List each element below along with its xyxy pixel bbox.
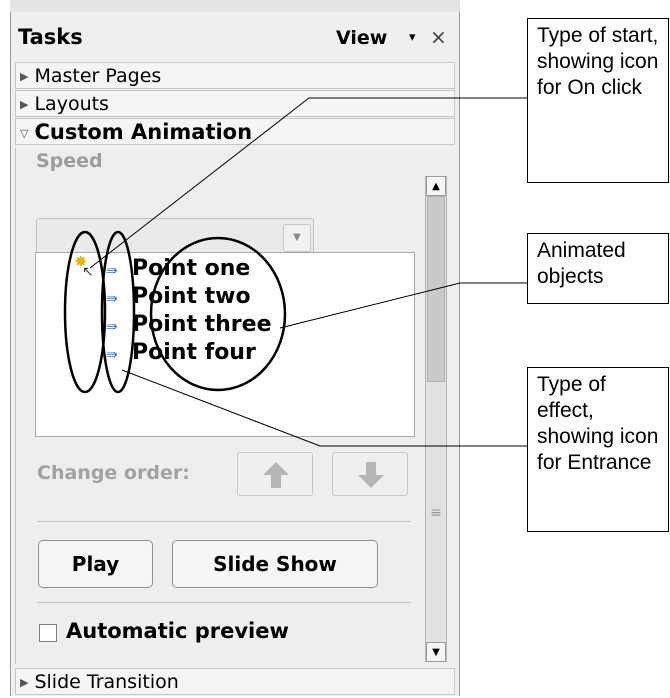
leader-line [89,97,527,269]
callout-animated-objects: Animated objects [527,233,669,304]
leader-line [279,282,527,329]
animated-objects-ellipse [149,236,287,392]
effect-type-ellipse [100,230,136,394]
start-type-ellipse [63,230,107,394]
callout-type-of-effect: Type of effect, showing icon for Entranc… [527,367,669,532]
callout-type-of-start: Type of start, showing icon for On click [527,18,669,183]
leader-line [121,369,527,447]
